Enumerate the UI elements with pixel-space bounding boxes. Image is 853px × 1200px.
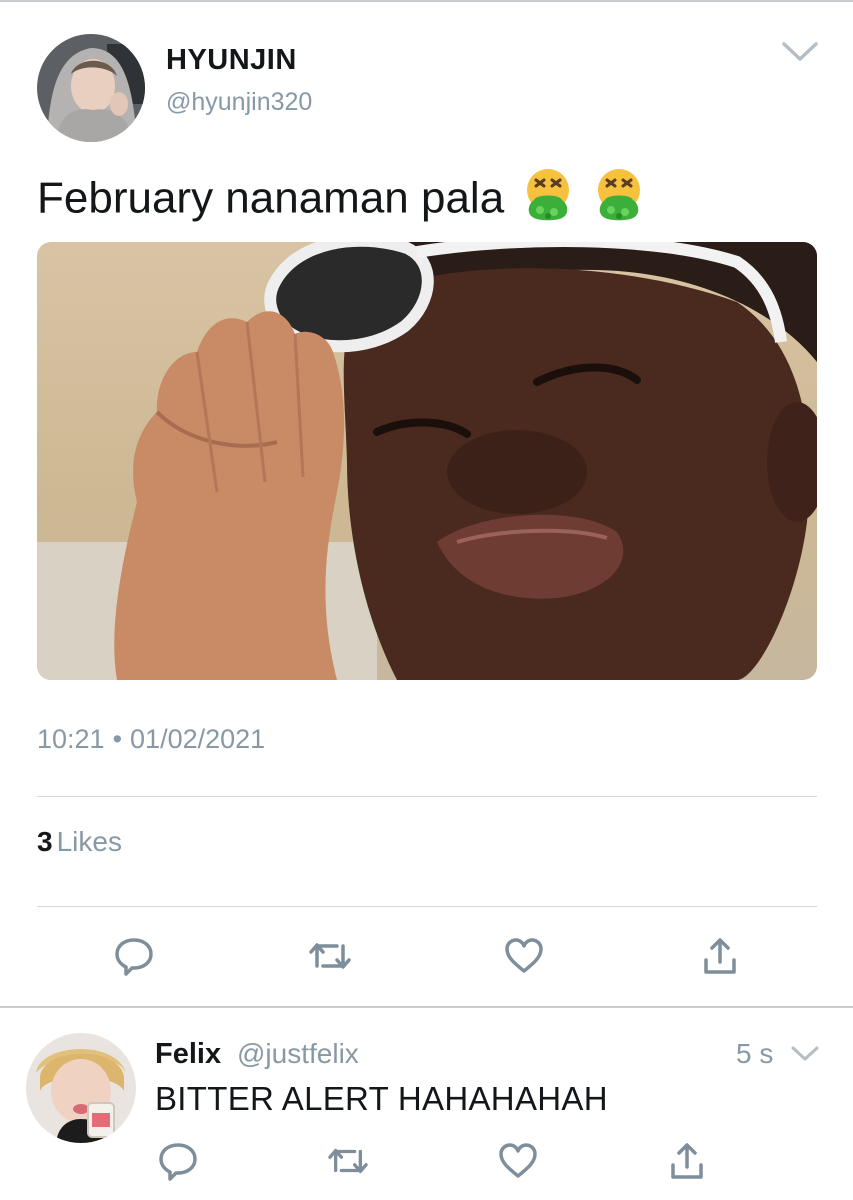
likes-count-row[interactable]: 3 Likes bbox=[37, 826, 122, 858]
chevron-down-icon[interactable] bbox=[790, 1044, 820, 1064]
like-icon[interactable] bbox=[495, 1138, 541, 1184]
tweet-timestamp: 10:21 • 01/02/2021 bbox=[37, 724, 265, 755]
tweet-photo[interactable] bbox=[37, 242, 817, 680]
retweet-icon[interactable] bbox=[304, 932, 356, 980]
tweet-time: 10:21 bbox=[37, 724, 105, 754]
divider bbox=[37, 906, 817, 907]
reply-text: BITTER ALERT HAHAHAHAH bbox=[155, 1080, 608, 1117]
top-divider bbox=[0, 0, 853, 2]
likes-count: 3 bbox=[37, 826, 53, 857]
divider bbox=[37, 796, 817, 797]
reply-icon[interactable] bbox=[110, 932, 158, 980]
vomiting-face-icon bbox=[593, 166, 645, 236]
share-icon[interactable] bbox=[664, 1138, 710, 1184]
chevron-down-icon[interactable] bbox=[780, 40, 820, 64]
tweet-handle[interactable]: @hyunjin320 bbox=[166, 88, 312, 117]
thread-divider bbox=[0, 1006, 853, 1008]
tweet-date: 01/02/2021 bbox=[130, 724, 266, 754]
felix-avatar[interactable] bbox=[26, 1033, 136, 1143]
like-icon[interactable] bbox=[500, 932, 548, 980]
share-icon[interactable] bbox=[696, 932, 744, 980]
tweet-display-name[interactable]: HYUNJIN bbox=[166, 44, 297, 77]
reply-handle[interactable]: @justfelix bbox=[237, 1038, 359, 1070]
tweet-text: February nanaman pala bbox=[37, 166, 645, 236]
hyunjin-avatar[interactable] bbox=[37, 34, 145, 142]
meta-separator: • bbox=[112, 724, 123, 754]
reply-timestamp: 5 s bbox=[736, 1038, 774, 1069]
reply-icon[interactable] bbox=[155, 1138, 201, 1184]
likes-label: Likes bbox=[56, 826, 122, 857]
tweet-text-content: February nanaman pala bbox=[37, 173, 505, 223]
reply-display-name[interactable]: Felix bbox=[155, 1038, 221, 1071]
vomiting-face-icon bbox=[522, 166, 574, 236]
retweet-icon[interactable] bbox=[324, 1138, 372, 1184]
